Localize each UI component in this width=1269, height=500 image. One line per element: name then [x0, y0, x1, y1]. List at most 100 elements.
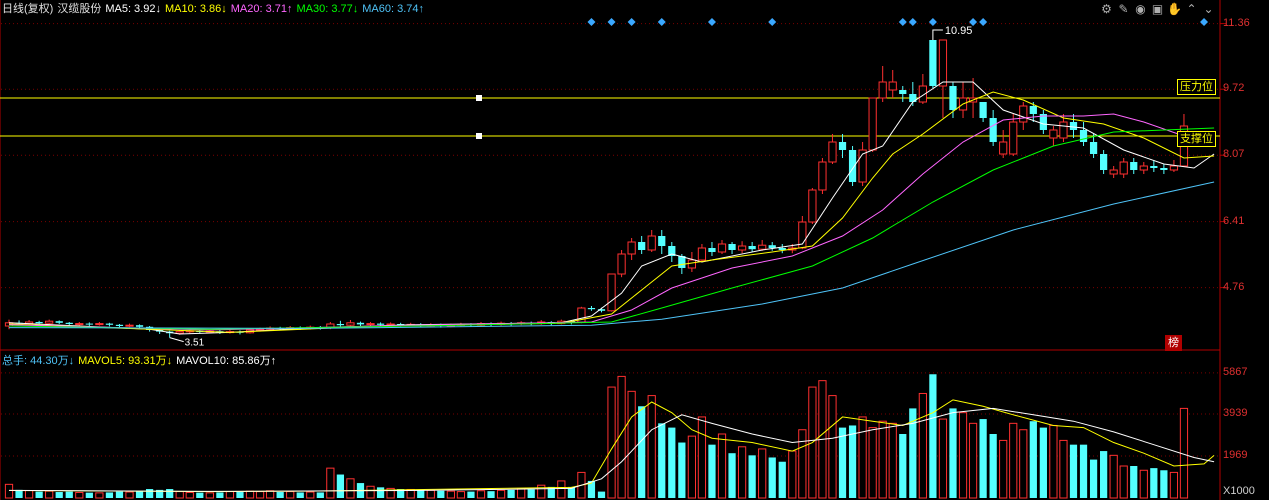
candle-body: [617, 253, 626, 275]
candle-body: [658, 236, 666, 246]
kline-chart-root: 日线(复权) 汉缆股份 MA5: 3.92↓ MA10: 3.86↓ MA20: 3.7…: [0, 0, 1269, 500]
candle-body: [35, 322, 43, 324]
candle-body: [828, 141, 837, 163]
volume-bar: [376, 487, 385, 498]
volume-bar: [929, 374, 937, 498]
volume-bar: [1059, 439, 1068, 499]
volume-bar: [276, 492, 284, 498]
volume-bar: [798, 429, 807, 499]
resistance-handle: [476, 95, 482, 101]
candle-body: [1079, 130, 1088, 142]
candle-body: [115, 324, 124, 326]
candle-body: [1029, 106, 1037, 114]
candle-body: [1089, 142, 1098, 154]
price-tick-label: 4.76: [1223, 280, 1245, 293]
candle-body: [638, 242, 646, 250]
candle-body: [868, 97, 877, 151]
signal-diamond: [898, 18, 907, 26]
candle-body: [989, 118, 997, 142]
volume-bar: [627, 390, 636, 499]
volume-bar: [437, 490, 445, 498]
volume-bar: [687, 435, 696, 499]
candle-body: [386, 323, 395, 326]
volume-bar: [216, 492, 224, 498]
price-tick-label: 8.07: [1223, 148, 1245, 161]
resistance-tag[interactable]: 压力位: [1177, 79, 1216, 95]
volume-bar: [446, 490, 455, 499]
volume-bar: [878, 420, 887, 499]
volume-bar: [647, 395, 656, 499]
volume-bar: [1029, 421, 1037, 498]
candle-body: [717, 243, 727, 253]
volume-bar: [45, 490, 54, 499]
price-tick-label: 9.72: [1223, 82, 1245, 95]
candle-body: [607, 273, 616, 312]
candle-body: [1139, 165, 1148, 171]
volume-bar: [205, 492, 214, 499]
candle-body: [758, 244, 767, 250]
volume-header: 总手: 44.30万↓ MAVOL5: 93.31万↓ MAVOL10: 85.86…: [2, 354, 280, 368]
candle-body: [899, 90, 907, 94]
signal-diamond: [657, 18, 666, 26]
high-price-label: 10.95: [945, 25, 973, 37]
volume-bar: [245, 490, 255, 499]
volume-bar: [456, 491, 466, 499]
volume-bar: [1069, 444, 1078, 498]
volume-bar: [838, 427, 847, 498]
candle-body: [627, 241, 636, 255]
candle-body: [1119, 161, 1128, 175]
volume-bar: [145, 489, 154, 498]
signal-diamond: [627, 18, 636, 26]
volume-bar: [125, 491, 134, 499]
high-pointer: [932, 29, 943, 40]
support-tag[interactable]: 支撑位: [1177, 131, 1216, 147]
signal-diamond: [1200, 18, 1209, 26]
low-pointer: [169, 337, 184, 343]
volume-bar: [918, 392, 927, 499]
candle-body: [45, 320, 54, 324]
candle-body: [999, 141, 1008, 155]
candle-body: [336, 324, 345, 326]
candle-body: [376, 323, 385, 325]
volume-bar: [175, 491, 184, 499]
signal-diamond: [928, 18, 937, 26]
volume-legend-item: MAVOL10: 85.86万↑: [176, 355, 277, 367]
support-handle: [476, 133, 482, 139]
candle-body: [878, 81, 887, 99]
volume-bar: [296, 492, 304, 498]
volume-bar: [95, 492, 104, 499]
volume-bar: [185, 491, 194, 499]
volume-bar: [35, 491, 43, 498]
volume-bar: [828, 395, 837, 499]
candle-body: [1059, 121, 1068, 139]
candle-body: [1169, 165, 1179, 171]
volume-bar: [607, 386, 616, 499]
price-tick-label: 11.36: [1223, 16, 1250, 29]
candle-body: [647, 235, 656, 251]
volume-bar: [708, 444, 716, 498]
volume-bar: [4, 483, 14, 499]
volume-bar: [638, 406, 646, 498]
volume-bar: [346, 478, 355, 499]
volume-bar: [778, 461, 786, 498]
candle-body: [1150, 166, 1158, 168]
volume-bar: [65, 491, 73, 498]
candle-body: [55, 321, 63, 323]
volume-tick-label: 5867: [1223, 365, 1248, 378]
volume-bar: [1169, 471, 1179, 499]
volume-bar: [848, 425, 857, 498]
price-tick-label: 6.41: [1223, 214, 1245, 227]
volume-bar: [105, 492, 114, 498]
volume-bar: [487, 491, 495, 498]
volume-bar: [888, 422, 897, 499]
candle-body: [65, 322, 73, 324]
candle-body: [979, 102, 987, 118]
volume-bar: [517, 488, 526, 499]
candle-body: [135, 325, 144, 327]
rank-badge[interactable]: 榜: [1165, 335, 1182, 351]
signal-diamond: [979, 18, 988, 26]
volume-bar: [678, 442, 686, 498]
volume-bar: [75, 491, 84, 499]
volume-bar: [255, 491, 265, 499]
low-price-label: 3.51: [185, 338, 205, 349]
